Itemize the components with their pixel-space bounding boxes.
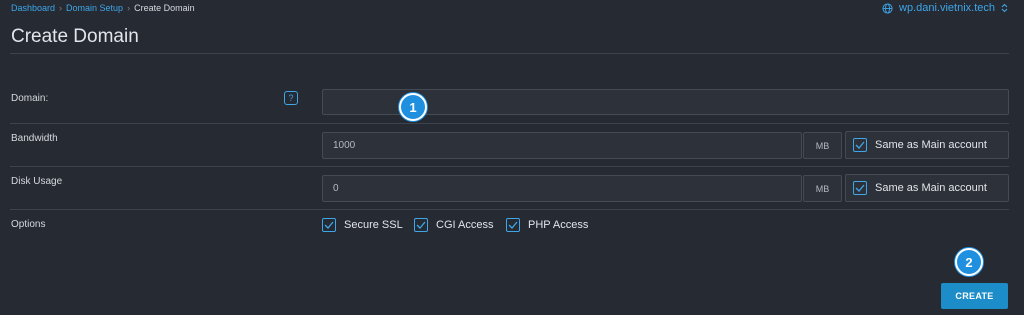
breadcrumb-domain-setup-link[interactable]: Domain Setup	[66, 3, 123, 13]
checkbox-checked-icon	[853, 181, 867, 195]
row-divider	[10, 209, 1009, 210]
disk-usage-label: Disk Usage	[11, 176, 63, 187]
php-access-label: PHP Access	[528, 219, 589, 231]
bandwidth-same-as-main-checkbox[interactable]: Same as Main account	[845, 131, 1009, 159]
breadcrumb-current: Create Domain	[134, 3, 195, 13]
disk-usage-input[interactable]: 0	[322, 175, 802, 202]
page-title: Create Domain	[11, 26, 139, 47]
row-divider	[10, 166, 1009, 167]
breadcrumb-dashboard-link[interactable]: Dashboard	[11, 3, 55, 13]
row-divider	[10, 123, 1009, 124]
title-divider	[10, 53, 1009, 54]
help-icon[interactable]: ?	[284, 91, 298, 105]
disk-usage-unit: MB	[803, 175, 842, 202]
chevron-updown-icon	[1001, 3, 1008, 13]
checkbox-checked-icon	[506, 218, 520, 232]
create-button[interactable]: CREATE	[941, 283, 1008, 309]
server-selector[interactable]: wp.dani.vietnix.tech	[882, 2, 1008, 14]
globe-icon	[882, 2, 893, 14]
domain-label: Domain:	[11, 93, 49, 104]
bandwidth-label: Bandwidth	[11, 133, 58, 144]
disk-usage-same-as-main-checkbox[interactable]: Same as Main account	[845, 174, 1009, 202]
breadcrumb-separator-icon: ›	[59, 3, 63, 13]
breadcrumb: Dashboard › Domain Setup › Create Domain	[11, 3, 195, 13]
step-2-badge: 2	[955, 248, 983, 276]
php-access-checkbox[interactable]: PHP Access	[506, 218, 588, 232]
disk-usage-same-label: Same as Main account	[875, 182, 987, 194]
cgi-access-label: CGI Access	[436, 219, 494, 231]
bandwidth-unit: MB	[803, 132, 842, 159]
checkbox-checked-icon	[853, 138, 867, 152]
bandwidth-same-label: Same as Main account	[875, 139, 987, 151]
bandwidth-input[interactable]: 1000	[322, 132, 802, 159]
step-1-badge: 1	[399, 93, 427, 121]
secure-ssl-checkbox[interactable]: Secure SSL	[322, 218, 403, 232]
checkbox-checked-icon	[414, 218, 428, 232]
cgi-access-checkbox[interactable]: CGI Access	[414, 218, 493, 232]
checkbox-checked-icon	[322, 218, 336, 232]
server-name: wp.dani.vietnix.tech	[899, 2, 995, 14]
breadcrumb-separator-icon: ›	[127, 3, 131, 13]
options-label: Options	[11, 219, 46, 230]
secure-ssl-label: Secure SSL	[344, 219, 403, 231]
